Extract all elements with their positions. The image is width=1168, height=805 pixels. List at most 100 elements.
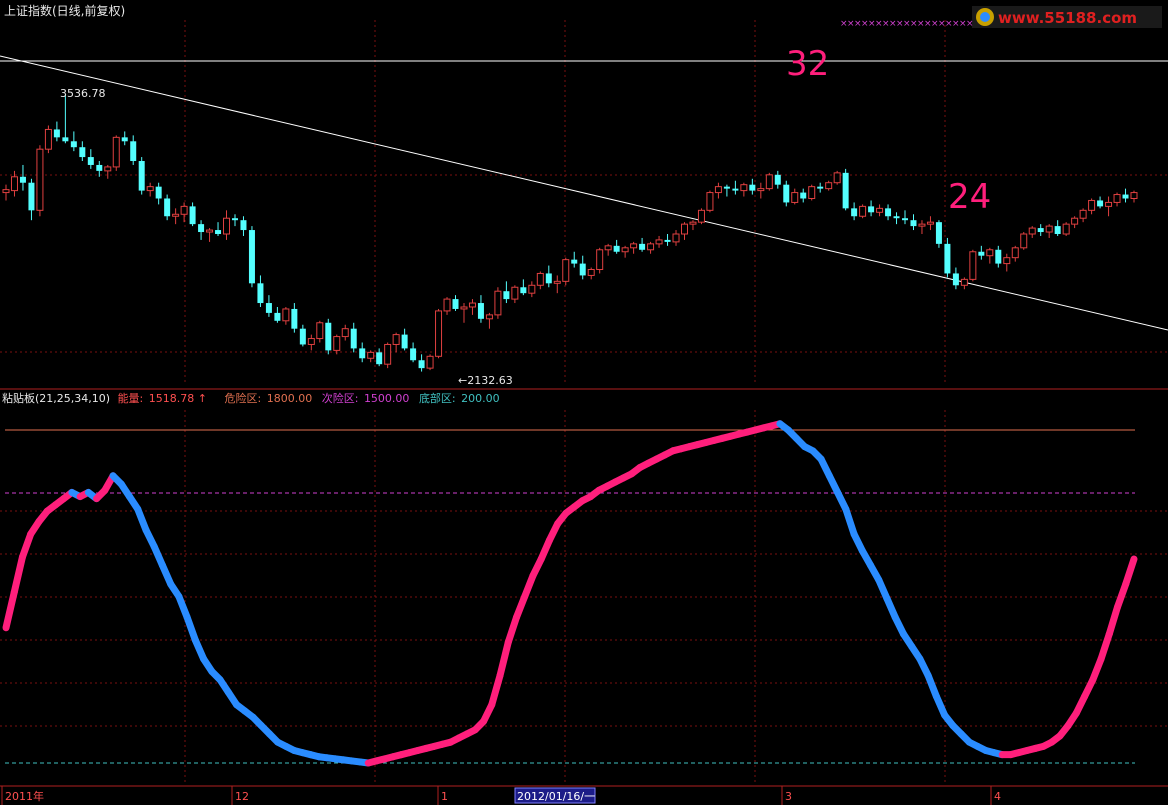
chart-canvas[interactable]: 上证指数(日线,前复权) www.55188.com × × × × × × × × × × × × ×…: [0, 0, 1168, 805]
energy-arrow: ↑: [198, 392, 207, 405]
danger-label: 危险区:: [225, 391, 262, 405]
candle-body: [435, 310, 443, 357]
candle-body: [44, 128, 52, 150]
candle-body: [697, 209, 705, 223]
candle-body: [783, 184, 790, 203]
candle-body: [918, 223, 926, 227]
candle-body: [978, 251, 985, 256]
candle-body: [833, 172, 841, 184]
candle-body: [401, 334, 408, 349]
bottom-value: 200.00: [461, 392, 500, 405]
candle-body: [680, 223, 688, 235]
candle-body: [511, 286, 519, 300]
candle: [833, 170, 841, 185]
candle-body: [893, 216, 900, 219]
candle-body: [1045, 225, 1053, 233]
candle-body: [460, 306, 468, 310]
candle-body: [1037, 228, 1044, 233]
big-label-24: 24: [948, 177, 991, 217]
axis-label-2011: 2011年: [5, 789, 44, 803]
candle-body: [689, 221, 697, 225]
candle-body: [503, 291, 510, 300]
candle-body: [410, 348, 417, 361]
candle-body: [265, 303, 272, 313]
candle-body: [732, 188, 739, 191]
candle-body: [1028, 227, 1036, 235]
candle: [138, 157, 145, 195]
candle-body: [528, 284, 536, 294]
candle-body: [104, 166, 112, 172]
candle-body: [384, 343, 392, 365]
candle: [859, 204, 867, 219]
chart-title: 上证指数(日线,前复权): [4, 3, 125, 18]
candle-body: [376, 352, 383, 365]
candle: [112, 135, 120, 171]
candle-body: [757, 188, 765, 192]
candle: [808, 184, 816, 201]
sub-label: 次险区:: [322, 391, 359, 405]
candle: [44, 125, 52, 154]
candle: [1020, 232, 1028, 250]
candle: [36, 145, 44, 217]
candle-body: [749, 184, 756, 191]
candle: [494, 287, 502, 319]
candle-body: [291, 308, 298, 329]
candle: [825, 180, 833, 191]
candle-body: [817, 186, 824, 189]
logo-inner-icon: [980, 12, 990, 22]
candle-body: [257, 283, 264, 304]
candle-body: [655, 239, 663, 245]
candle: [562, 257, 570, 286]
candle-body: [206, 229, 214, 233]
candle-body: [96, 164, 103, 171]
candle-body: [485, 314, 493, 320]
candle-body: [359, 348, 366, 359]
candle-body: [248, 230, 255, 284]
high-price-label: 3536.78: [60, 87, 106, 100]
candle-body: [571, 259, 578, 264]
axis-label-1: 1: [441, 790, 448, 803]
candle-body: [1054, 226, 1061, 234]
candle-body: [316, 322, 324, 340]
axis-label-12: 12: [235, 790, 249, 803]
cursor-date-label: 2012/01/16/一: [517, 790, 595, 803]
candle-body: [53, 129, 60, 138]
candle-body: [935, 222, 942, 244]
candle: [1062, 222, 1070, 236]
candle-body: [613, 245, 620, 252]
candle-body: [545, 273, 552, 284]
axis-label-3: 3: [785, 790, 792, 803]
danger-value: 1800.00: [267, 392, 313, 405]
candle: [842, 168, 849, 211]
candle-body: [902, 218, 909, 221]
candle-body: [562, 259, 570, 282]
candle-body: [198, 224, 205, 233]
candle-body: [1130, 192, 1138, 199]
candle-body: [28, 182, 35, 211]
candle-body: [740, 184, 748, 192]
candle-body: [333, 336, 341, 351]
candle-body: [130, 141, 137, 162]
candle-body: [842, 172, 849, 209]
candle-body: [274, 312, 281, 321]
candle-body: [986, 249, 994, 257]
candle-body: [604, 245, 612, 251]
candle-body: [1088, 199, 1096, 211]
candle-body: [639, 243, 646, 250]
candle-body: [62, 137, 69, 142]
candle-body: [579, 263, 586, 276]
candle: [426, 354, 434, 371]
energy-label: 能量:: [118, 391, 144, 405]
candle-body: [1079, 209, 1087, 219]
candle-body: [307, 338, 315, 345]
candle-body: [79, 147, 86, 158]
candle-body: [282, 308, 290, 322]
candle-body: [800, 192, 807, 199]
candle-body: [155, 186, 162, 199]
candle-body: [240, 220, 247, 231]
candle-body: [418, 360, 425, 369]
indicator-header-text: 粘贴板(21,25,34,10) 能量: 1518.78 ↑ 危险区: 1800…: [2, 391, 500, 405]
candle-body: [944, 243, 951, 274]
candle-body: [452, 299, 459, 309]
candle-body: [859, 205, 867, 217]
